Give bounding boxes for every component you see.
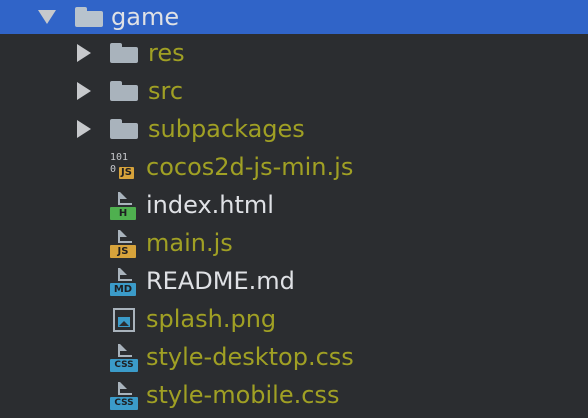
folder-icon xyxy=(110,81,138,101)
tree-item-label: style-desktop.css xyxy=(146,343,354,371)
tree-item-label: game xyxy=(111,3,180,31)
css-badge: CSS xyxy=(110,359,138,372)
tree-item-style-desktop-css[interactable]: CSS style-desktop.css xyxy=(0,338,588,376)
tree-item-label: main.js xyxy=(146,229,233,257)
markdown-file-icon: MD xyxy=(110,266,140,296)
tree-item-src[interactable]: src xyxy=(0,72,588,110)
css-badge: CSS xyxy=(110,397,138,410)
folder-icon xyxy=(110,119,138,139)
tree-item-game[interactable]: game xyxy=(0,0,588,34)
image-file-icon xyxy=(110,304,140,334)
tree-item-readme-md[interactable]: MD README.md xyxy=(0,262,588,300)
md-badge: MD xyxy=(110,283,136,296)
binary-js-file-icon: 101 0 JS xyxy=(110,152,140,182)
js-file-icon: JS xyxy=(110,228,140,258)
tree-item-style-mobile-css[interactable]: CSS style-mobile.css xyxy=(0,376,588,414)
css-file-icon: CSS xyxy=(110,380,140,410)
folder-icon xyxy=(110,43,138,63)
binary-digits-top: 101 xyxy=(110,152,129,163)
chevron-right-icon[interactable] xyxy=(77,120,91,138)
tree-item-label: style-mobile.css xyxy=(146,381,340,409)
tree-item-label: res xyxy=(148,39,185,67)
tree-item-label: subpackages xyxy=(148,115,305,143)
project-file-tree: game res src subpackages 101 0 JS cocos2… xyxy=(0,0,588,418)
css-file-icon: CSS xyxy=(110,342,140,372)
js-badge: JS xyxy=(110,245,136,258)
chevron-right-icon[interactable] xyxy=(77,44,91,62)
html-badge: H xyxy=(110,207,136,220)
tree-item-res[interactable]: res xyxy=(0,34,588,72)
js-badge: JS xyxy=(119,167,134,179)
html-file-icon: H xyxy=(110,190,140,220)
tree-item-splash-png[interactable]: splash.png xyxy=(0,300,588,338)
tree-item-index-html[interactable]: H index.html xyxy=(0,186,588,224)
chevron-right-icon[interactable] xyxy=(77,82,91,100)
tree-item-label: src xyxy=(148,77,184,105)
chevron-down-icon[interactable] xyxy=(38,10,56,24)
tree-item-label: index.html xyxy=(146,191,274,219)
tree-item-label: README.md xyxy=(146,267,295,295)
tree-item-main-js[interactable]: JS main.js xyxy=(0,224,588,262)
tree-item-label: cocos2d-js-min.js xyxy=(146,153,354,181)
tree-item-cocos2d-js-min[interactable]: 101 0 JS cocos2d-js-min.js xyxy=(0,148,588,186)
tree-item-label: splash.png xyxy=(146,305,277,333)
tree-item-subpackages[interactable]: subpackages xyxy=(0,110,588,148)
folder-icon xyxy=(75,7,103,27)
binary-digits-bottom: 0 xyxy=(110,164,117,175)
